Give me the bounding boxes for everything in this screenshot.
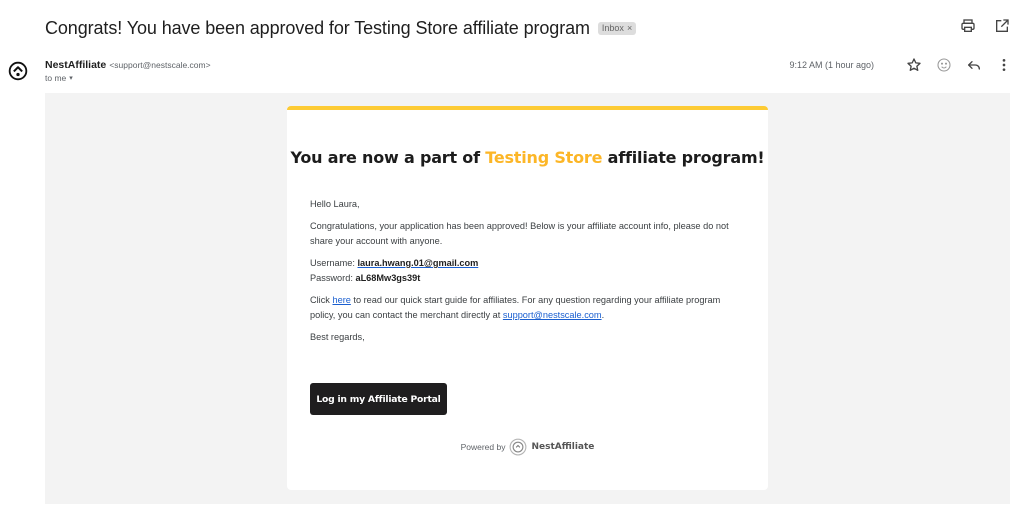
powered-by-brand[interactable]: NestAffiliate bbox=[531, 442, 594, 452]
nestaffiliate-logo-icon bbox=[8, 61, 28, 81]
reply-button[interactable] bbox=[966, 57, 982, 73]
open-new-window-button[interactable] bbox=[994, 18, 1010, 34]
password-value: aL68Mw3gs39t bbox=[355, 273, 421, 283]
sender-name[interactable]: NestAffiliate bbox=[45, 59, 106, 71]
guide-suffix: . bbox=[601, 310, 605, 320]
sender-block: NestAffiliate <support@nestscale.com> to… bbox=[45, 58, 211, 83]
username-link[interactable]: laura.hwang.01@gmail.com bbox=[358, 258, 479, 268]
credentials: Username: laura.hwang.01@gmail.com Passw… bbox=[310, 256, 746, 286]
print-icon bbox=[961, 19, 975, 32]
heading-suffix: affiliate program! bbox=[602, 148, 765, 167]
quick-start-guide-link[interactable]: here bbox=[332, 295, 350, 305]
reply-icon bbox=[968, 61, 980, 70]
email-card: You are now a part of Testing Store affi… bbox=[287, 106, 768, 490]
guide-prefix: Click bbox=[310, 295, 333, 305]
chevron-down-icon: ▾ bbox=[69, 75, 73, 82]
star-button[interactable] bbox=[906, 57, 922, 73]
greeting: Hello Laura, bbox=[310, 199, 360, 209]
email-heading: You are now a part of Testing Store affi… bbox=[287, 148, 768, 167]
label-badge-text: Inbox bbox=[601, 23, 624, 33]
support-email-link[interactable]: support@nestscale.com bbox=[503, 310, 602, 320]
email-content: Hello Laura, Congratulations, your appli… bbox=[310, 197, 746, 352]
username-label: Username: bbox=[310, 258, 358, 268]
sender-avatar[interactable] bbox=[8, 61, 28, 81]
nestaffiliate-logo-icon bbox=[510, 438, 527, 456]
message-actions: 9:12 AM (1 hour ago) bbox=[789, 56, 1012, 74]
intro-paragraph: Congratulations, your application has be… bbox=[310, 221, 729, 246]
signoff: Best regards, bbox=[310, 332, 365, 342]
guide-paragraph: Click here to read our quick start guide… bbox=[310, 293, 746, 323]
recipient-details-toggle[interactable]: to me ▾ bbox=[45, 73, 211, 83]
print-button[interactable] bbox=[960, 18, 976, 34]
heading-store-name: Testing Store bbox=[485, 148, 603, 167]
remove-label-icon[interactable]: × bbox=[627, 23, 632, 33]
emoji-icon bbox=[937, 58, 951, 72]
label-badge-inbox[interactable]: Inbox × bbox=[597, 21, 637, 35]
open-in-new-window-icon bbox=[996, 19, 1009, 32]
powered-by-footer: Powered by NestAffiliate bbox=[287, 438, 768, 456]
recipient-label: to me bbox=[45, 73, 67, 83]
more-vert-icon bbox=[1002, 59, 1006, 71]
heading-prefix: You are now a part of bbox=[290, 148, 486, 167]
subject-row: Congrats! You have been approved for Tes… bbox=[45, 14, 637, 42]
thread-actions bbox=[960, 18, 1010, 34]
powered-by-label: Powered by bbox=[460, 442, 506, 452]
star-icon bbox=[907, 58, 921, 71]
more-options-button[interactable] bbox=[996, 57, 1012, 73]
email-subject: Congrats! You have been approved for Tes… bbox=[45, 17, 590, 38]
password-label: Password: bbox=[310, 273, 356, 283]
sender-email: <support@nestscale.com> bbox=[109, 60, 211, 70]
message-timestamp: 9:12 AM (1 hour ago) bbox=[789, 60, 874, 70]
affiliate-portal-login-button[interactable]: Log in my Affiliate Portal bbox=[310, 383, 447, 415]
add-reaction-button[interactable] bbox=[936, 57, 952, 73]
